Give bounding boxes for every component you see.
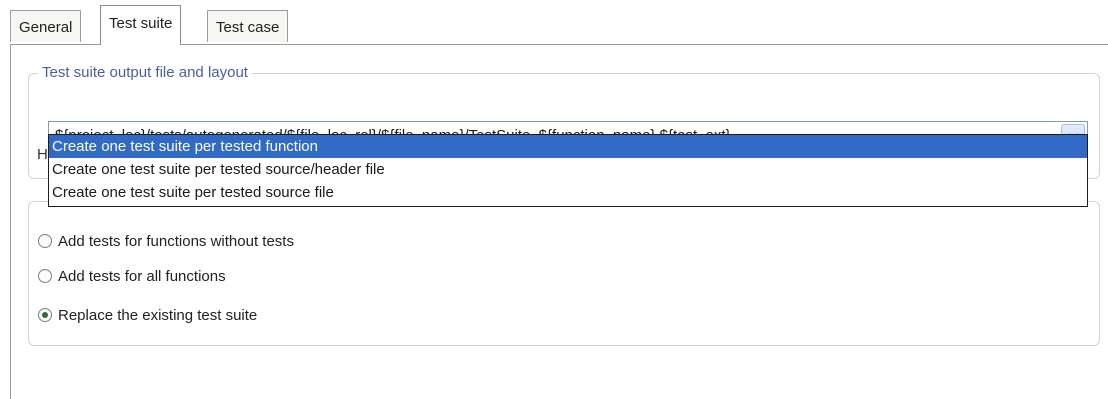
radio-replace-suite[interactable]: Replace the existing test suite (38, 303, 257, 327)
output-group-legend: Test suite output file and layout (38, 64, 252, 82)
radio-label: Add tests for all functions (58, 267, 226, 285)
radio-label: Replace the existing test suite (58, 306, 258, 324)
layout-dropdown-list[interactable]: Create one test suite per tested functio… (48, 134, 1088, 207)
radio-button-checked[interactable] (38, 308, 52, 322)
tab-test-case[interactable]: Test case (207, 10, 289, 42)
dropdown-option-per-source[interactable]: Create one test suite per tested source … (49, 181, 1087, 204)
tab-test-suite[interactable]: Test suite (100, 5, 182, 45)
radio-label: Add tests for functions without tests (58, 232, 294, 250)
radio-add-all-tests[interactable]: Add tests for all functions (38, 264, 226, 288)
radio-button[interactable] (38, 234, 52, 248)
radio-button[interactable] (38, 269, 52, 283)
obscured-label-start: H (37, 146, 48, 163)
dropdown-option-per-source-header[interactable]: Create one test suite per tested source/… (49, 158, 1087, 181)
radio-add-missing-tests[interactable]: Add tests for functions without tests (38, 229, 294, 253)
tab-strip: General Test suite Test case (0, 0, 1108, 45)
dropdown-option-per-function[interactable]: Create one test suite per tested functio… (49, 135, 1087, 158)
tab-general[interactable]: General (10, 10, 82, 42)
